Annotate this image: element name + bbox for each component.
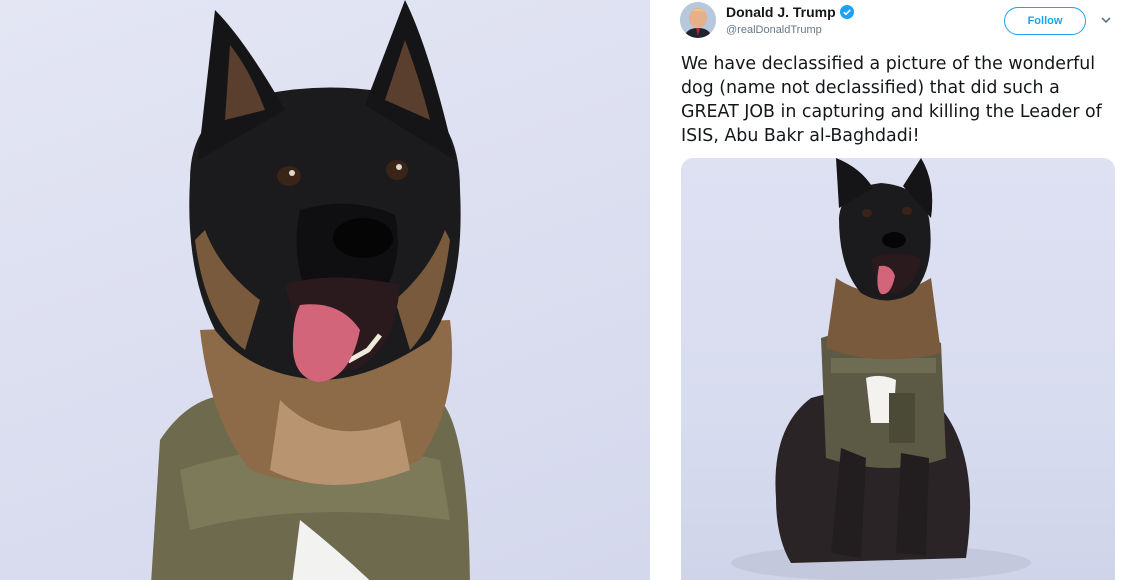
avatar[interactable] [680, 2, 716, 38]
tweet-card: Donald J. Trump @realDonaldTrump Follow … [656, 0, 1130, 580]
verified-badge-icon [839, 5, 854, 19]
tweet-media-photo[interactable] [681, 158, 1115, 580]
author-name-text: Donald J. Trump [726, 4, 836, 20]
chevron-down-icon[interactable] [1100, 14, 1112, 26]
dog-closeup-illustration [151, 0, 470, 580]
tweet-text: We have declassified a picture of the wo… [681, 54, 1102, 146]
author-handle[interactable]: @realDonaldTrump [726, 24, 822, 36]
dog-full-body-illustration [731, 158, 1031, 580]
author-display-name[interactable]: Donald J. Trump [726, 4, 854, 20]
dog-closeup-photo [0, 0, 650, 580]
follow-button[interactable]: Follow [1004, 7, 1086, 35]
